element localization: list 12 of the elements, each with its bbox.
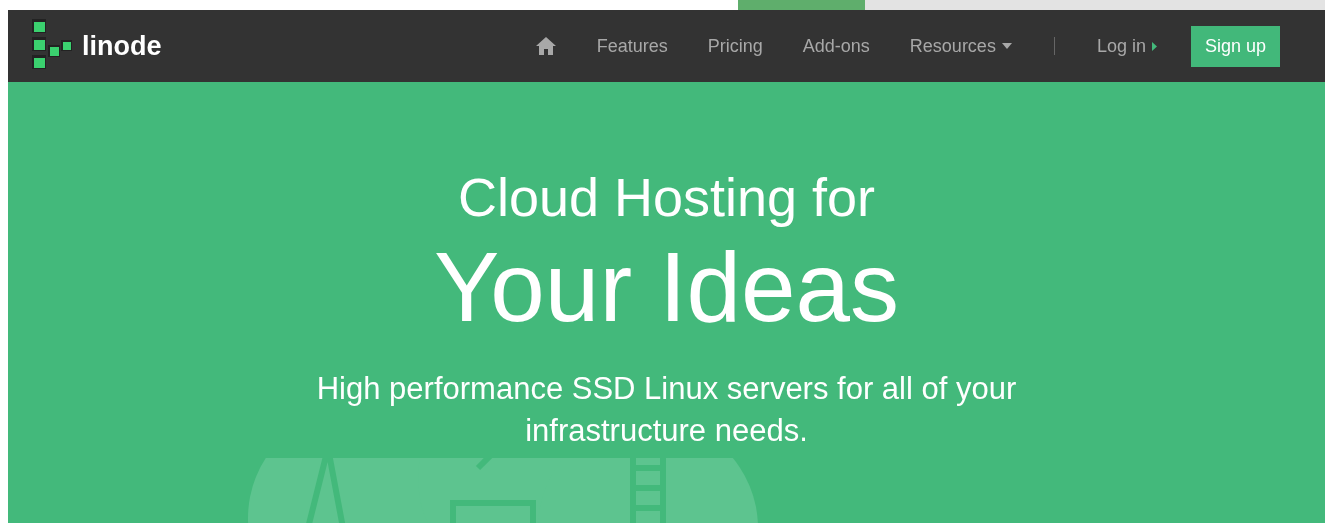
caret-icon bbox=[1001, 43, 1012, 49]
hero-title: Cloud Hosting for bbox=[457, 166, 876, 229]
hero-headline: Your Ideas bbox=[434, 232, 899, 342]
caret-icon bbox=[1151, 41, 1157, 51]
nav-link[interactable]: Pricing bbox=[707, 35, 763, 57]
nav-link[interactable]: Resources bbox=[909, 35, 1012, 57]
hero-subtitle: High performance SSD Linux servers for all of your infrastructure needs. bbox=[315, 370, 1018, 450]
nav-link[interactable]: Add-ons bbox=[802, 35, 870, 57]
nav-link[interactable]: Features bbox=[596, 35, 668, 57]
login-link[interactable]: Log in bbox=[1096, 35, 1157, 57]
logo-text[interactable]: linode bbox=[82, 30, 162, 62]
home-icon[interactable] bbox=[534, 36, 557, 56]
